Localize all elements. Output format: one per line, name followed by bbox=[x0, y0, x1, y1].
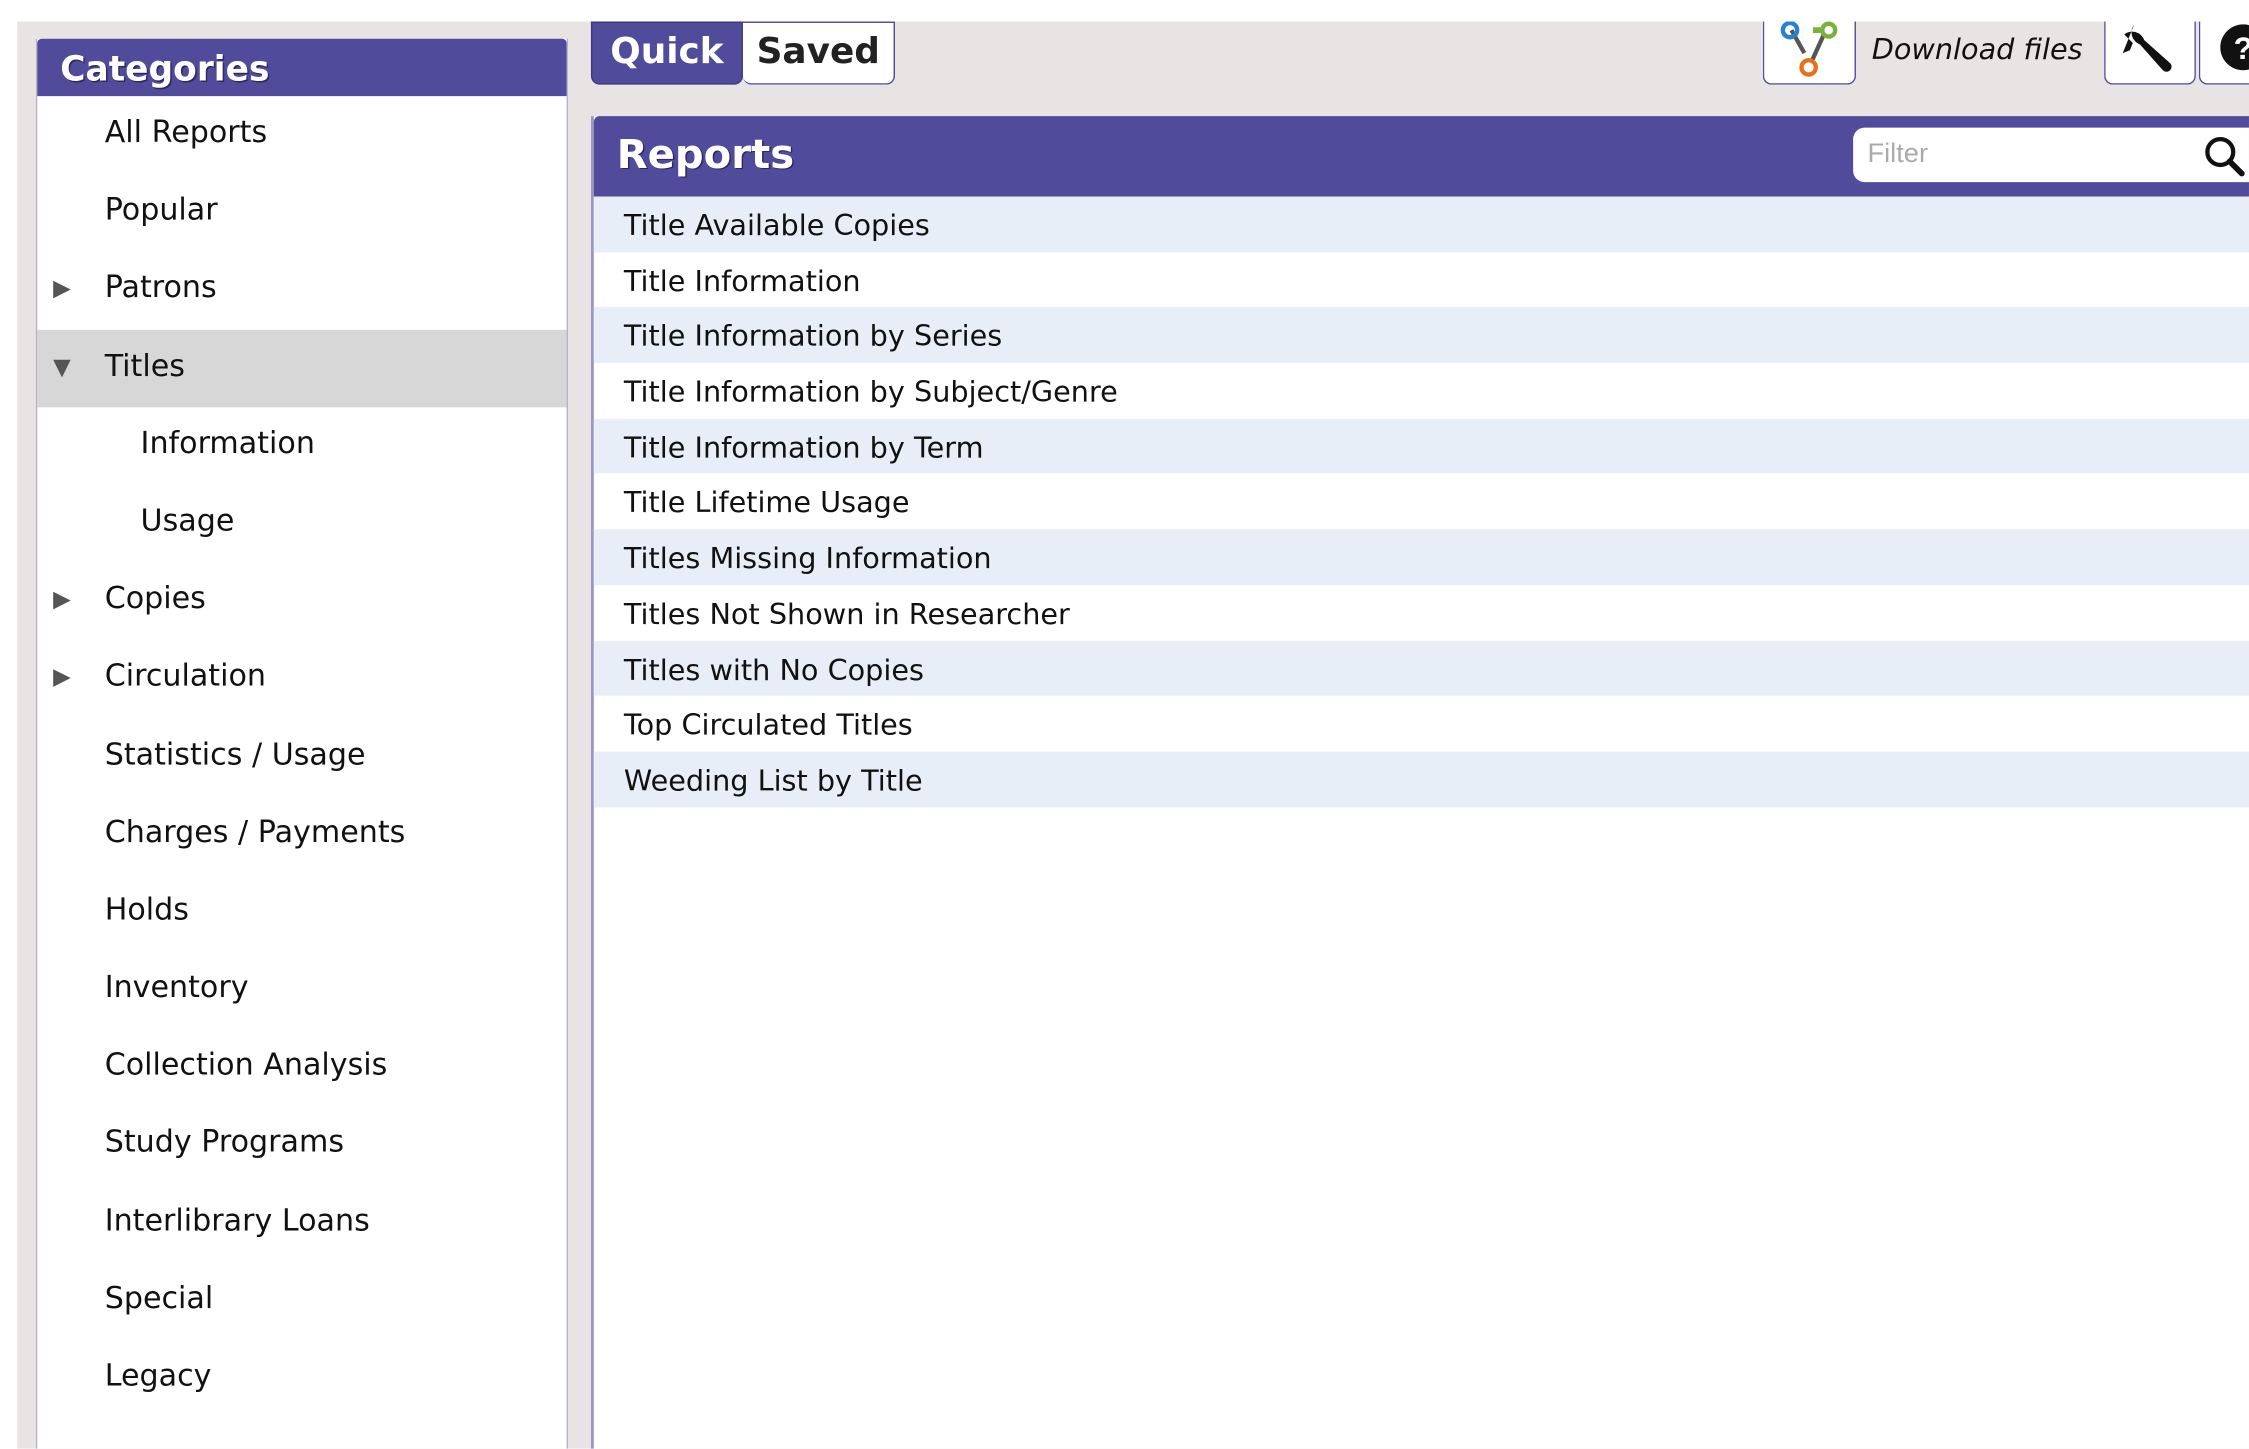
category-item-study-programs[interactable]: Study Programs bbox=[37, 1106, 566, 1184]
report-label: Title Information bbox=[623, 263, 861, 298]
collapsed-arrow-icon[interactable]: ▶ bbox=[53, 663, 71, 690]
collapsed-arrow-icon[interactable]: ▶ bbox=[53, 274, 71, 301]
collapsed-arrow-icon[interactable]: ▶ bbox=[53, 585, 71, 612]
tab-saved[interactable]: Saved bbox=[742, 21, 896, 85]
report-label: Title Information by Term bbox=[623, 429, 984, 465]
expanded-arrow-icon[interactable]: ▼ bbox=[53, 352, 71, 379]
category-label: Statistics / Usage bbox=[104, 736, 366, 771]
category-label: Special bbox=[104, 1280, 214, 1315]
report-row[interactable]: Title Available Copies bbox=[593, 196, 2249, 252]
category-item-legacy[interactable]: Legacy bbox=[37, 1340, 566, 1418]
report-label: Weeding List by Title bbox=[623, 762, 923, 798]
report-label: Titles with No Copies bbox=[623, 651, 924, 687]
report-row[interactable]: Titles with No Copies bbox=[593, 640, 2249, 696]
category-label: Circulation bbox=[104, 658, 267, 694]
report-row[interactable]: Title Information by Term bbox=[593, 418, 2249, 474]
report-row[interactable]: Top Circulated Titles bbox=[594, 696, 2249, 751]
category-item-usage[interactable]: Usage bbox=[37, 485, 566, 563]
filter-box bbox=[1853, 127, 2249, 183]
reports-title: Reports bbox=[616, 130, 795, 178]
report-row[interactable]: Title Information by Series bbox=[593, 307, 2249, 363]
report-row[interactable]: Titles Not Shown in Researcher bbox=[594, 585, 2249, 640]
search-icon[interactable] bbox=[2203, 135, 2246, 178]
category-label: Interlibrary Loans bbox=[104, 1202, 370, 1238]
category-item-titles[interactable]: ▼ Titles bbox=[37, 329, 567, 407]
filter-input[interactable] bbox=[1853, 127, 2191, 183]
tab-quick[interactable]: Quick bbox=[590, 21, 743, 85]
help-icon: ? bbox=[2220, 24, 2249, 71]
svg-text:?: ? bbox=[2234, 30, 2249, 66]
category-label: Copies bbox=[104, 581, 206, 616]
download-files-label[interactable]: Download files bbox=[1872, 32, 2083, 66]
report-label: Title Information by Subject/Genre bbox=[623, 374, 1118, 409]
category-label: Charges / Payments bbox=[104, 814, 406, 849]
report-row[interactable]: Title Lifetime Usage bbox=[594, 474, 2249, 529]
category-label: Collection Analysis bbox=[104, 1047, 388, 1082]
report-label: Title Information by Series bbox=[623, 318, 1003, 354]
reports-panel: Reports Title Available Copies Title Info… bbox=[590, 116, 2249, 1449]
category-item-popular[interactable]: Popular bbox=[37, 174, 566, 252]
categories-list: All Reports Popular ▶ Patrons ▼ Titles Informa… bbox=[37, 96, 567, 1418]
category-item-statistics-usage[interactable]: Statistics / Usage bbox=[37, 718, 566, 796]
category-label: Study Programs bbox=[104, 1125, 345, 1160]
category-item-charges-payments[interactable]: Charges / Payments bbox=[37, 796, 566, 874]
help-button[interactable]: ? bbox=[2198, 21, 2249, 85]
tab-quick-label: Quick bbox=[610, 30, 724, 72]
settings-button[interactable] bbox=[2104, 21, 2196, 85]
download-files-icon bbox=[1780, 21, 1838, 77]
category-item-inventory[interactable]: Inventory bbox=[37, 951, 566, 1029]
report-row[interactable]: Title Information by Subject/Genre bbox=[594, 363, 2249, 418]
category-label: Inventory bbox=[104, 969, 249, 1005]
download-files-button[interactable] bbox=[1762, 21, 1856, 85]
report-row[interactable]: Title Information bbox=[594, 252, 2249, 307]
category-label: Information bbox=[140, 425, 315, 461]
category-item-patrons[interactable]: ▶ Patrons bbox=[37, 252, 566, 330]
app-window: Quick Saved Download files ? Categories bbox=[0, 0, 2249, 1449]
report-row[interactable]: Weeding List by Title bbox=[593, 751, 2249, 807]
categories-header: Categories bbox=[37, 38, 567, 97]
category-label: Popular bbox=[104, 192, 218, 227]
report-label: Title Available Copies bbox=[623, 207, 930, 243]
report-row[interactable]: Titles Missing Information bbox=[593, 529, 2249, 585]
report-label: Titles Not Shown in Researcher bbox=[623, 596, 1070, 631]
tab-saved-label: Saved bbox=[756, 30, 880, 72]
category-item-circulation[interactable]: ▶ Circulation bbox=[37, 640, 566, 718]
category-item-all-reports[interactable]: All Reports bbox=[37, 96, 566, 174]
wrench-icon bbox=[2122, 24, 2172, 72]
category-item-information[interactable]: Information bbox=[37, 407, 566, 485]
category-label: Usage bbox=[140, 503, 235, 538]
category-item-collection-analysis[interactable]: Collection Analysis bbox=[37, 1029, 566, 1107]
reports-header: Reports bbox=[593, 116, 2249, 197]
category-label: All Reports bbox=[104, 114, 268, 150]
categories-panel: Categories All Reports Popular ▶ Patrons ▼ Ti… bbox=[35, 38, 568, 1449]
report-label: Top Circulated Titles bbox=[623, 707, 913, 742]
category-label: Holds bbox=[104, 891, 189, 927]
report-label: Titles Missing Information bbox=[623, 540, 992, 576]
category-item-holds[interactable]: Holds bbox=[37, 873, 566, 951]
categories-title: Categories bbox=[60, 48, 270, 89]
category-label: Titles bbox=[104, 347, 185, 383]
category-item-special[interactable]: Special bbox=[37, 1262, 566, 1340]
category-item-interlibrary-loans[interactable]: Interlibrary Loans bbox=[37, 1184, 566, 1262]
category-label: Legacy bbox=[104, 1358, 212, 1393]
category-item-copies[interactable]: ▶ Copies bbox=[37, 562, 566, 640]
reports-list: Title Available Copies Title Information T… bbox=[593, 196, 2249, 807]
category-label: Patrons bbox=[104, 270, 217, 305]
report-label: Title Lifetime Usage bbox=[623, 485, 910, 520]
